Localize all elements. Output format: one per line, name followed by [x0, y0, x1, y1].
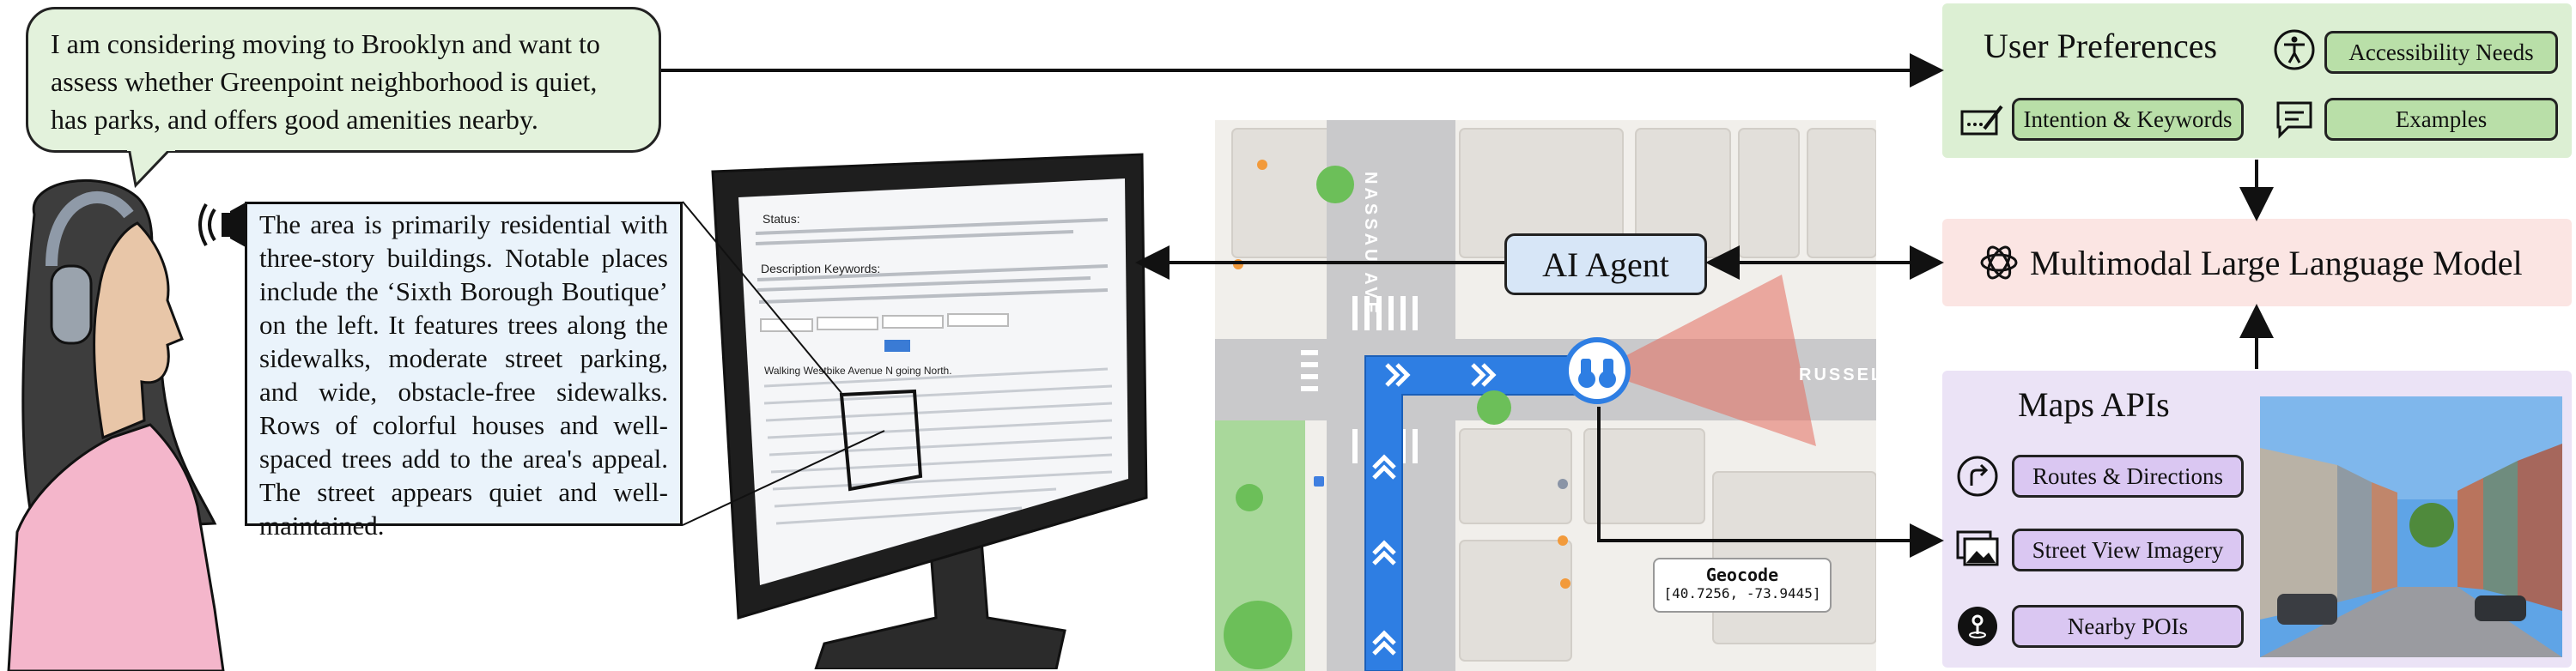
arrow-marker-to-maps: [1597, 407, 1944, 558]
diagram-arrows: [661, 53, 2274, 558]
